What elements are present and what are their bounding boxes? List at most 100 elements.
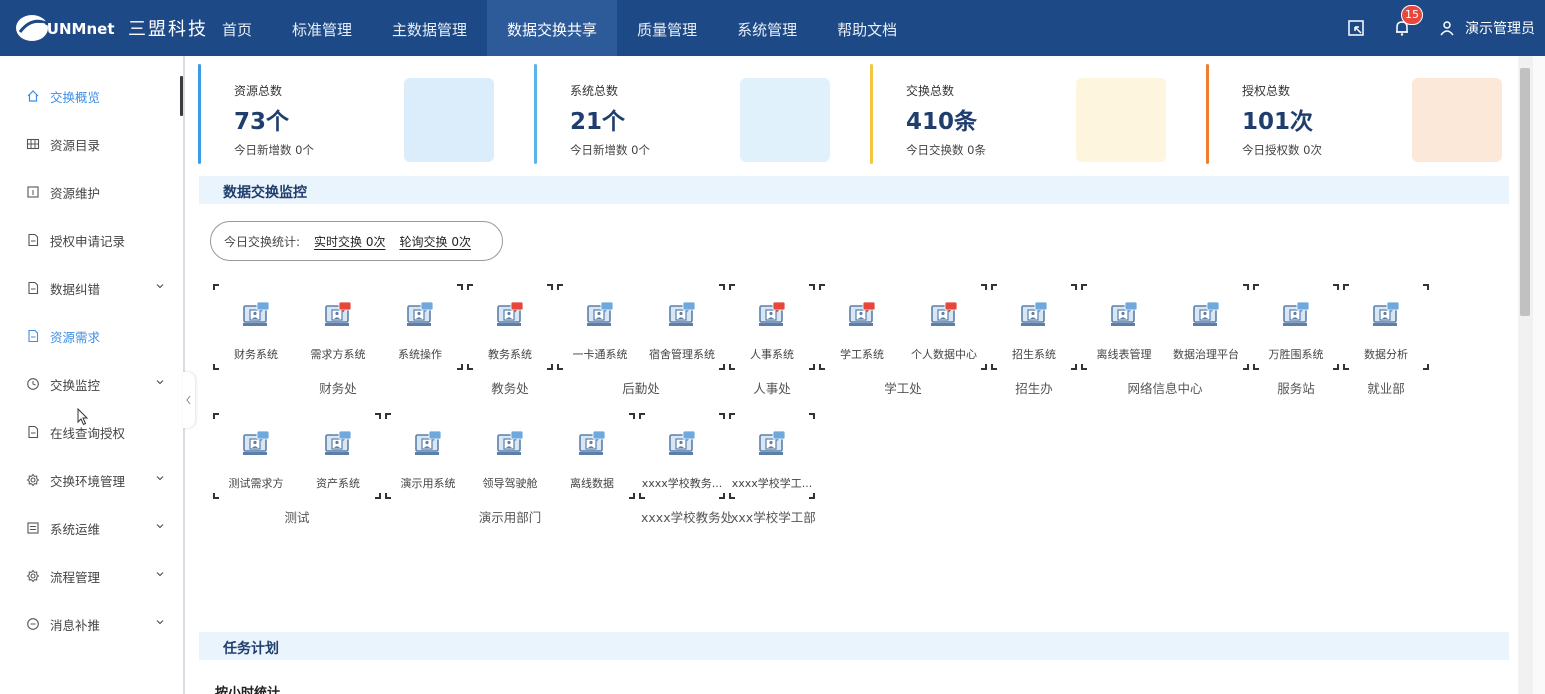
stat-accent-bar [870,64,873,164]
group-corner-bracket [981,364,987,370]
scrollbar-thumb[interactable] [1520,68,1530,316]
group-corner-bracket [819,364,825,370]
main-nav: 首页 标准管理 主数据管理 数据交换共享 质量管理 系统管理 帮助文档 [202,0,917,56]
system-node[interactable]: 离线表管理 [1083,300,1165,362]
realtime-exchange-link[interactable]: 实时交换 0次 [314,233,385,250]
group-corner-bracket [213,284,219,290]
sidebar-item-message-repush[interactable]: 消息补推 [0,600,183,648]
system-node[interactable]: 招生系统 [993,300,1075,362]
sidebar-item-exchange-env[interactable]: 交换环境管理 [0,456,183,504]
system-name: 系统操作 [398,348,442,361]
group-corner-bracket [1253,364,1259,370]
gear-icon [26,569,40,583]
group-corner-bracket [1081,364,1087,370]
page-scrollbar[interactable] [1518,56,1545,694]
user-menu[interactable]: 演示管理员 [1439,18,1535,38]
system-name: 个人数据中心 [911,348,977,361]
sidebar-item-ops[interactable]: 系统运维 [0,504,183,552]
nav-master-data[interactable]: 主数据管理 [372,0,487,56]
group-corner-bracket [729,364,735,370]
sidebar-item-resource-maintenance[interactable]: 资源维护 [0,168,183,216]
system-node[interactable]: 数据分析 [1345,300,1427,362]
system-node[interactable]: xxxx学校教务... [641,429,723,491]
system-monitor-icon [577,429,607,459]
system-node[interactable]: 测试需求方 [215,429,297,491]
system-node[interactable]: xxxx学校学工... [731,429,813,491]
nav-data-exchange[interactable]: 数据交换共享 [487,0,618,56]
group-corner-bracket [557,284,563,290]
system-node[interactable]: 需求方系统 [297,300,379,362]
brand-name: 三盟科技 [128,19,208,40]
group-corner-bracket [467,364,473,370]
stat-sub: 今日新增数 0个 [570,143,650,157]
system-node[interactable]: 财务系统 [215,300,297,362]
stat-value: 101次 [1242,109,1314,135]
square-info-icon [26,185,40,199]
system-node[interactable]: 万胜围系统 [1255,300,1337,362]
system-name: 资产系统 [316,477,360,490]
sidebar-item-resource-demand[interactable]: 资源需求 [0,312,183,360]
nav-home[interactable]: 首页 [202,0,272,56]
system-name: 一卡通系统 [572,348,628,361]
system-node[interactable]: 系统操作 [379,300,461,362]
system-node[interactable]: 数据治理平台 [1165,300,1247,362]
polling-exchange-link[interactable]: 轮询交换 0次 [400,233,471,250]
stat-accent-bar [534,64,537,164]
brand-logo[interactable]: SUNMnet 三盟科技 [14,8,208,48]
sidebar-item-online-query-auth[interactable]: 在线查询授权 [0,408,183,456]
sidebar-item-label: 流程管理 [50,569,101,585]
group-corner-bracket [1071,284,1077,290]
system-monitor-icon [1191,300,1221,330]
stat-card-exchanges: 交换总数 410条 今日交换数 0条 [870,64,1196,164]
top-nav-bar: SUNMnet 三盟科技 首页 标准管理 主数据管理 数据交换共享 质量管理 系… [0,0,1545,56]
system-monitor-icon [323,429,353,459]
system-node[interactable]: 宿舍管理系统 [641,300,723,362]
system-alert-icon [757,300,787,330]
group-corner-bracket [719,364,725,370]
sidebar-item-auth-records[interactable]: 授权申请记录 [0,216,183,264]
message-icon [26,617,40,631]
system-node[interactable]: 资产系统 [297,429,379,491]
system-node[interactable]: 个人数据中心 [903,300,985,362]
system-node[interactable]: 离线数据 [551,429,633,491]
sidebar-item-resource-catalog[interactable]: 资源目录 [0,120,183,168]
sidebar-item-process[interactable]: 流程管理 [0,552,183,600]
sidebar-item-data-correction[interactable]: 数据纠错 [0,264,183,312]
sidebar-item-label: 交换监控 [50,377,101,393]
sidebar-item-exchange-overview[interactable]: 交换概览 [0,72,183,120]
grid-icon [26,137,40,151]
stat-sub: 今日交换数 0条 [906,143,986,157]
stat-sub: 今日新增数 0个 [234,143,314,157]
sidebar-item-label: 系统运维 [50,521,101,537]
list-icon [26,521,40,535]
document-icon [26,281,40,295]
group-corner-bracket [213,413,219,419]
user-icon [1440,21,1454,36]
system-node[interactable]: 演示用系统 [387,429,469,491]
group-corner-bracket [1253,284,1259,290]
system-alert-icon [929,300,959,330]
nav-quality[interactable]: 质量管理 [617,0,717,56]
sunmnet-logo-icon: SUNMnet [16,15,115,41]
sidebar-item-exchange-monitor[interactable]: 交换监控 [0,360,183,408]
department-label: 服务站 [1277,381,1315,396]
nav-system[interactable]: 系统管理 [717,0,817,56]
group-corner-bracket [1423,284,1429,290]
sidebar-item-label: 消息补推 [50,617,101,633]
department-label: 测试 [284,510,310,525]
group-corner-bracket [457,364,463,370]
exit-fullscreen-icon[interactable] [1347,19,1365,37]
system-node[interactable]: 一卡通系统 [559,300,641,362]
system-node[interactable]: 学工系统 [821,300,903,362]
system-node[interactable]: 人事系统 [731,300,813,362]
group-corner-bracket [991,284,997,290]
system-node[interactable]: 领导驾驶舱 [469,429,551,491]
nav-standards[interactable]: 标准管理 [272,0,372,56]
system-alert-icon [323,300,353,330]
user-name: 演示管理员 [1465,21,1535,37]
group-corner-bracket [719,493,725,499]
system-node[interactable]: 教务系统 [469,300,551,362]
bell-icon[interactable]: 15 [1393,5,1423,37]
nav-help[interactable]: 帮助文档 [817,0,917,56]
sidebar-item-label: 授权申请记录 [50,233,126,249]
